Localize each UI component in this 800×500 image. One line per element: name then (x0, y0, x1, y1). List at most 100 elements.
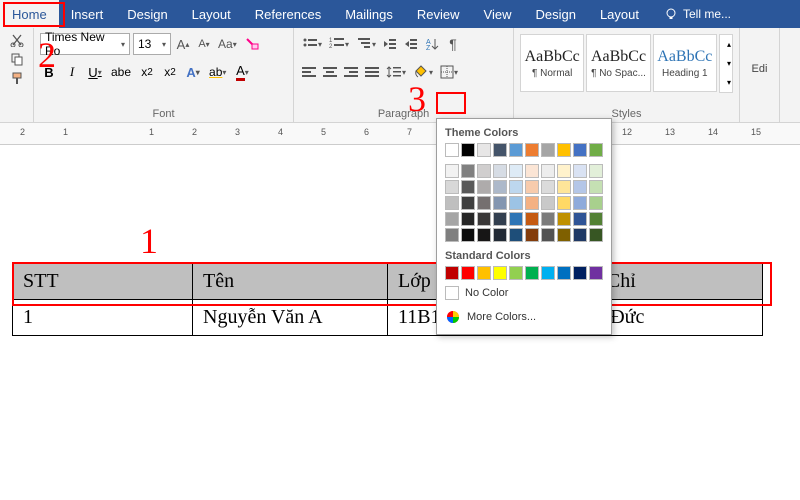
color-swatch[interactable] (573, 196, 587, 210)
cut-icon[interactable] (9, 32, 25, 48)
tab-tabletools-layout[interactable]: Layout (588, 0, 651, 28)
color-swatch[interactable] (477, 212, 491, 226)
font-color-button[interactable]: A▾ (233, 62, 251, 82)
color-swatch[interactable] (525, 266, 539, 280)
color-swatch[interactable] (445, 196, 459, 210)
align-right-button[interactable] (342, 62, 360, 82)
color-swatch[interactable] (477, 164, 491, 178)
text-effects-button[interactable]: A▾ (184, 62, 202, 82)
document-table[interactable]: STT Tên Lớp Địa Chỉ 1 Nguyễn Văn A 11B1 … (12, 263, 763, 336)
color-swatch[interactable] (557, 196, 571, 210)
color-swatch[interactable] (589, 212, 603, 226)
color-swatch[interactable] (477, 143, 491, 157)
th-ten[interactable]: Tên (193, 264, 388, 300)
color-swatch[interactable] (573, 228, 587, 242)
tell-me-search[interactable]: Tell me... (655, 0, 739, 28)
color-swatch[interactable] (525, 180, 539, 194)
color-swatch[interactable] (557, 266, 571, 280)
color-swatch[interactable] (525, 212, 539, 226)
more-colors-item[interactable]: More Colors... (445, 306, 603, 328)
color-swatch[interactable] (493, 266, 507, 280)
color-swatch[interactable] (525, 228, 539, 242)
color-swatch[interactable] (509, 164, 523, 178)
table-header-row[interactable]: STT Tên Lớp Địa Chỉ (13, 264, 763, 300)
increase-indent-button[interactable] (402, 34, 420, 54)
color-swatch[interactable] (461, 212, 475, 226)
color-swatch[interactable] (541, 143, 555, 157)
style-normal[interactable]: AaBbCc¶ Normal (520, 34, 584, 92)
color-swatch[interactable] (461, 180, 475, 194)
color-swatch[interactable] (445, 266, 459, 280)
no-color-item[interactable]: No Color (445, 282, 603, 304)
style-heading1[interactable]: AaBbCcHeading 1 (653, 34, 717, 92)
color-swatch[interactable] (445, 143, 459, 157)
tab-home[interactable]: Home (0, 0, 59, 28)
numbering-button[interactable]: 12▾ (327, 34, 351, 54)
color-swatch[interactable] (557, 143, 571, 157)
td-stt[interactable]: 1 (13, 300, 193, 336)
table-row[interactable]: 1 Nguyễn Văn A 11B1 Thủ Đức (13, 300, 763, 336)
color-swatch[interactable] (541, 266, 555, 280)
color-swatch[interactable] (493, 196, 507, 210)
subscript-button[interactable]: x2 (138, 62, 156, 82)
tab-insert[interactable]: Insert (59, 0, 116, 28)
borders-button[interactable]: ▾ (438, 62, 460, 82)
color-swatch[interactable] (589, 228, 603, 242)
italic-button[interactable]: I (63, 62, 81, 82)
underline-button[interactable]: U▾ (86, 62, 104, 82)
color-swatch[interactable] (589, 180, 603, 194)
change-case-button[interactable]: Aa▾ (216, 34, 239, 54)
color-swatch[interactable] (525, 164, 539, 178)
sort-button[interactable]: AZ (423, 34, 441, 54)
bold-button[interactable]: B (40, 62, 58, 82)
color-swatch[interactable] (509, 228, 523, 242)
tab-review[interactable]: Review (405, 0, 472, 28)
horizontal-ruler[interactable]: 21123456789101112131415 (0, 123, 800, 145)
color-swatch[interactable] (589, 266, 603, 280)
color-swatch[interactable] (525, 196, 539, 210)
th-stt[interactable]: STT (13, 264, 193, 300)
color-swatch[interactable] (557, 228, 571, 242)
color-swatch[interactable] (541, 212, 555, 226)
color-swatch[interactable] (557, 180, 571, 194)
color-swatch[interactable] (461, 266, 475, 280)
highlight-button[interactable]: ab▾ (207, 62, 228, 82)
superscript-button[interactable]: x2 (161, 62, 179, 82)
color-swatch[interactable] (509, 143, 523, 157)
color-swatch[interactable] (541, 164, 555, 178)
grow-font-button[interactable]: A▴ (174, 34, 192, 54)
tab-view[interactable]: View (472, 0, 524, 28)
tab-design[interactable]: Design (115, 0, 179, 28)
color-swatch[interactable] (589, 164, 603, 178)
color-swatch[interactable] (445, 180, 459, 194)
line-spacing-button[interactable]: ▾ (384, 62, 408, 82)
color-swatch[interactable] (477, 228, 491, 242)
td-ten[interactable]: Nguyễn Văn A (193, 300, 388, 336)
tab-mailings[interactable]: Mailings (333, 0, 405, 28)
color-swatch[interactable] (461, 143, 475, 157)
styles-more-icon[interactable]: ▾ (720, 73, 738, 92)
font-name-combo[interactable]: Times New Ro▾ (40, 33, 130, 55)
color-swatch[interactable] (509, 212, 523, 226)
style-nospacing[interactable]: AaBbCc¶ No Spac... (586, 34, 650, 92)
styles-scroll-up-icon[interactable]: ▴ (720, 35, 738, 54)
font-size-combo[interactable]: 13▾ (133, 33, 171, 55)
styles-scroll-down-icon[interactable]: ▾ (720, 54, 738, 73)
tab-references[interactable]: References (243, 0, 333, 28)
copy-icon[interactable] (9, 51, 25, 67)
align-center-button[interactable] (321, 62, 339, 82)
shading-button[interactable]: ▾ (411, 62, 435, 82)
color-swatch[interactable] (509, 180, 523, 194)
color-swatch[interactable] (573, 180, 587, 194)
clear-formatting-button[interactable] (242, 34, 262, 54)
color-swatch[interactable] (573, 164, 587, 178)
color-swatch[interactable] (541, 228, 555, 242)
color-swatch[interactable] (525, 143, 539, 157)
color-swatch[interactable] (493, 180, 507, 194)
decrease-indent-button[interactable] (381, 34, 399, 54)
color-swatch[interactable] (557, 212, 571, 226)
multilevel-list-button[interactable]: ▾ (354, 34, 378, 54)
color-swatch[interactable] (477, 196, 491, 210)
color-swatch[interactable] (573, 212, 587, 226)
color-swatch[interactable] (445, 164, 459, 178)
